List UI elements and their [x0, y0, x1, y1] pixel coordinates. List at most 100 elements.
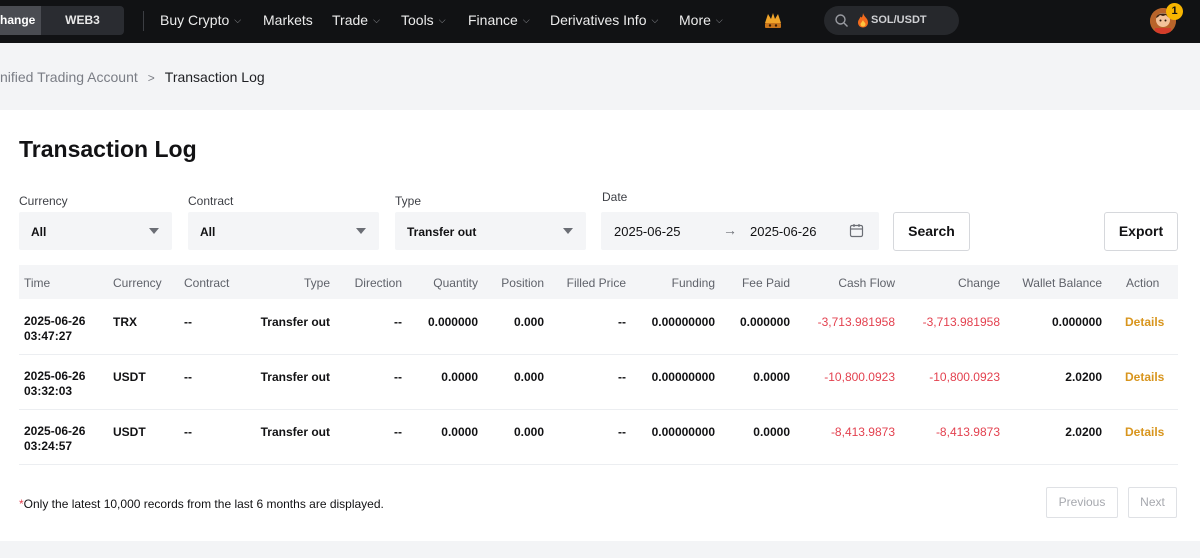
cell-quantity: 0.0000 [441, 425, 478, 439]
chevron-down-icon: ⌵ [715, 15, 723, 25]
breadcrumb-parent-link[interactable]: nified Trading Account [0, 69, 138, 85]
nav-trade[interactable]: Trade ⌵ [332, 12, 380, 28]
arrow-right-icon: → [723, 222, 737, 238]
cell-fee-paid: 0.0000 [753, 370, 790, 384]
nav-buy-crypto[interactable]: Buy Crypto ⌵ [160, 12, 241, 28]
col-currency: Currency [113, 276, 162, 290]
details-link[interactable]: Details [1125, 370, 1164, 384]
next-page-button[interactable]: Next [1128, 487, 1177, 518]
transaction-log-card: Transaction Log Currency All Contract Al… [0, 110, 1200, 541]
contract-select[interactable]: All [188, 212, 379, 250]
search-hot-pair: SOL/USDT [871, 14, 927, 26]
search-button[interactable]: Search [893, 212, 970, 251]
currency-select[interactable]: All [19, 212, 172, 250]
cell-wallet-balance: 2.0200 [1065, 425, 1102, 439]
exchange-tab[interactable]: hange [0, 6, 41, 35]
nav-divider [143, 11, 144, 31]
cell-type: Transfer out [260, 315, 330, 329]
breadcrumb: nified Trading Account > Transaction Log [0, 69, 265, 85]
date-start-input[interactable]: 2025-06-25 [614, 224, 681, 239]
col-funding: Funding [671, 276, 715, 290]
currency-filter-label: Currency [19, 194, 68, 208]
col-quantity: Quantity [433, 276, 478, 290]
cell-filled-price: -- [618, 370, 626, 384]
col-change: Change [957, 276, 1000, 290]
cell-position: 0.000 [513, 315, 544, 329]
cell-cash-flow: -10,800.0923 [824, 370, 895, 384]
cell-contract: -- [184, 370, 192, 384]
date-end-input[interactable]: 2025-06-26 [750, 224, 817, 239]
nav-derivatives-info[interactable]: Derivatives Info ⌵ [550, 12, 658, 28]
records-limit-note: *Only the latest 10,000 records from the… [19, 497, 384, 511]
cell-contract: -- [184, 425, 192, 439]
chevron-down-icon: ⌵ [438, 15, 446, 25]
cell-position: 0.000 [513, 370, 544, 384]
type-select-value: Transfer out [407, 225, 477, 239]
cell-filled-price: -- [618, 315, 626, 329]
col-contract: Contract [184, 276, 230, 290]
table-row: 2025-06-26 03:47:27 TRX -- Transfer out -… [19, 300, 1178, 355]
chevron-down-icon: ⌵ [651, 15, 659, 25]
cell-type: Transfer out [260, 370, 330, 384]
cell-quantity: 0.0000 [441, 370, 478, 384]
cell-wallet-balance: 0.000000 [1051, 315, 1102, 329]
table-row: 2025-06-26 03:32:03 USDT -- Transfer out … [19, 355, 1178, 410]
caret-down-icon [356, 228, 366, 234]
previous-page-button[interactable]: Previous [1046, 487, 1118, 518]
col-cash-flow: Cash Flow [838, 276, 895, 290]
cell-funding: 0.00000000 [651, 370, 715, 384]
type-select[interactable]: Transfer out [395, 212, 586, 250]
chevron-down-icon: ⌵ [373, 15, 380, 25]
notification-badge: 1 [1166, 3, 1183, 20]
promo-event-icon[interactable] [762, 9, 784, 31]
export-button[interactable]: Export [1104, 212, 1178, 251]
nav-tools[interactable]: Tools ⌵ [401, 12, 446, 28]
col-type: Type [303, 276, 330, 290]
details-link[interactable]: Details [1125, 315, 1164, 329]
cell-fee-paid: 0.0000 [753, 425, 790, 439]
contract-filter-label: Contract [188, 194, 234, 208]
web3-tab[interactable]: WEB3 [41, 6, 124, 35]
col-direction: Direction [354, 276, 402, 290]
cell-fee-paid: 0.000000 [739, 315, 790, 329]
nav-finance[interactable]: Finance ⌵ [468, 12, 530, 28]
cell-cash-flow: -3,713.981958 [817, 315, 895, 329]
cell-currency: TRX [113, 315, 137, 329]
breadcrumb-separator: > [147, 71, 155, 85]
contract-select-value: All [200, 225, 216, 239]
cell-change: -8,413.9873 [935, 425, 1000, 439]
cell-type: Transfer out [260, 425, 330, 439]
page-title: Transaction Log [19, 136, 197, 162]
note-text: Only the latest 10,000 records from the … [23, 497, 384, 511]
table-header: Time Currency Contract Type Direction Qu… [19, 265, 1178, 299]
cell-direction: -- [394, 425, 402, 439]
cell-wallet-balance: 2.0200 [1065, 370, 1102, 384]
cell-currency: USDT [113, 425, 146, 439]
date-range-picker[interactable]: 2025-06-25 → 2025-06-26 [601, 212, 879, 250]
calendar-icon[interactable] [849, 223, 864, 238]
nav-markets[interactable]: Markets [263, 12, 313, 28]
chevron-down-icon: ⌵ [522, 15, 530, 25]
cell-time: 2025-06-26 03:47:27 [24, 314, 86, 343]
table-row: 2025-06-26 03:24:57 USDT -- Transfer out … [19, 410, 1178, 465]
cell-time: 2025-06-26 03:24:57 [24, 424, 86, 453]
details-link[interactable]: Details [1125, 425, 1164, 439]
cell-funding: 0.00000000 [651, 315, 715, 329]
date-filter-label: Date [602, 190, 628, 204]
search-bar[interactable]: SOL/USDT [824, 6, 959, 35]
cell-funding: 0.00000000 [651, 425, 715, 439]
caret-down-icon [563, 228, 573, 234]
col-time: Time [24, 276, 51, 290]
cell-position: 0.000 [513, 425, 544, 439]
exchange-web3-switch: hange WEB3 [0, 6, 124, 35]
col-fee-paid: Fee Paid [741, 276, 790, 290]
chevron-down-icon: ⌵ [234, 15, 242, 25]
cell-quantity: 0.000000 [427, 315, 478, 329]
search-icon [835, 14, 848, 27]
col-wallet-balance: Wallet Balance [1022, 276, 1102, 290]
nav-more[interactable]: More ⌵ [679, 12, 723, 28]
cell-filled-price: -- [618, 425, 626, 439]
col-filled-price: Filled Price [566, 276, 626, 290]
caret-down-icon [149, 228, 159, 234]
cell-direction: -- [394, 315, 402, 329]
